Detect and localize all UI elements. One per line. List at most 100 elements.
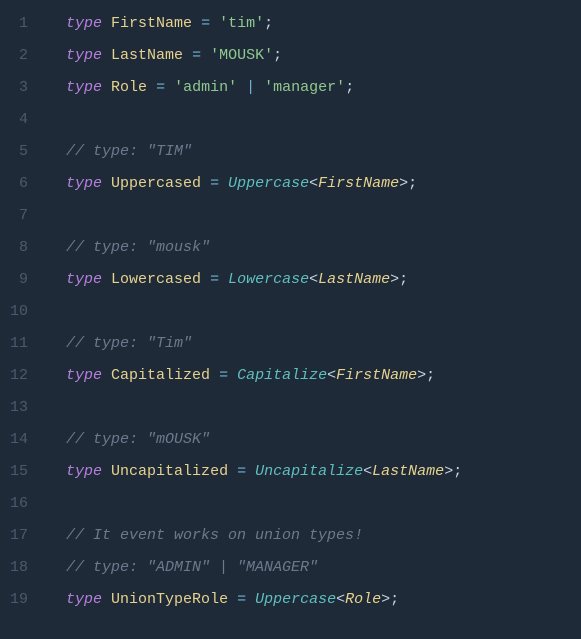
code-line: 10 xyxy=(0,296,581,328)
line-number: 14 xyxy=(0,424,48,456)
code-line: 6 type Uppercased = Uppercase<FirstName>… xyxy=(0,168,581,200)
token-comment: // type: "ADMIN" | "MANAGER" xyxy=(66,559,318,576)
code-line: 17 // It event works on union types! xyxy=(0,520,581,552)
token-punct: < xyxy=(336,591,345,608)
line-number: 15 xyxy=(0,456,48,488)
code-line: 7 xyxy=(0,200,581,232)
code-content: type Role = 'admin' | 'manager'; xyxy=(48,72,581,104)
code-content: type LastName = 'MOUSK'; xyxy=(48,40,581,72)
token-punct xyxy=(210,15,219,32)
token-op: = xyxy=(192,47,201,64)
token-typename: UnionTypeRole xyxy=(111,591,228,608)
code-line: 4 xyxy=(0,104,581,136)
token-op: = xyxy=(237,591,246,608)
token-generic: Uncapitalize xyxy=(255,463,363,480)
token-op: | xyxy=(246,79,255,96)
code-content: type UnionTypeRole = Uppercase<Role>; xyxy=(48,584,581,616)
token-kw: type xyxy=(66,47,102,64)
code-content xyxy=(48,200,581,232)
token-punct: >; xyxy=(444,463,462,480)
token-generic: Uppercase xyxy=(255,591,336,608)
code-line: 16 xyxy=(0,488,581,520)
token-punct xyxy=(102,591,111,608)
code-content xyxy=(48,488,581,520)
token-punct: < xyxy=(363,463,372,480)
token-typename: Uppercased xyxy=(111,175,201,192)
line-number: 3 xyxy=(0,72,48,104)
code-content: // type: "mousk" xyxy=(48,232,581,264)
token-op: = xyxy=(201,15,210,32)
token-punct: ; xyxy=(345,79,354,96)
token-punct xyxy=(237,79,246,96)
line-number: 4 xyxy=(0,104,48,136)
token-generic: Lowercase xyxy=(228,271,309,288)
code-content: // It event works on union types! xyxy=(48,520,581,552)
code-editor: 1 type FirstName = 'tim';2 type LastName… xyxy=(0,8,581,616)
line-number: 6 xyxy=(0,168,48,200)
token-comment: // It event works on union types! xyxy=(66,527,363,544)
token-punct xyxy=(192,15,201,32)
token-punct xyxy=(102,271,111,288)
line-number: 7 xyxy=(0,200,48,232)
token-comment: // type: "mOUSK" xyxy=(66,431,210,448)
token-gentype: Role xyxy=(345,591,381,608)
code-content: // type: "ADMIN" | "MANAGER" xyxy=(48,552,581,584)
line-number: 13 xyxy=(0,392,48,424)
code-line: 15 type Uncapitalized = Uncapitalize<Las… xyxy=(0,456,581,488)
code-line: 8 // type: "mousk" xyxy=(0,232,581,264)
token-op: = xyxy=(210,271,219,288)
code-line: 18 // type: "ADMIN" | "MANAGER" xyxy=(0,552,581,584)
token-op: = xyxy=(210,175,219,192)
token-kw: type xyxy=(66,591,102,608)
token-punct xyxy=(255,79,264,96)
token-kw: type xyxy=(66,175,102,192)
token-punct: < xyxy=(309,175,318,192)
code-line: 3 type Role = 'admin' | 'manager'; xyxy=(0,72,581,104)
token-punct xyxy=(102,367,111,384)
token-punct: >; xyxy=(390,271,408,288)
code-content: type Lowercased = Lowercase<LastName>; xyxy=(48,264,581,296)
token-punct xyxy=(102,15,111,32)
code-line: 2 type LastName = 'MOUSK'; xyxy=(0,40,581,72)
token-kw: type xyxy=(66,463,102,480)
line-number: 12 xyxy=(0,360,48,392)
token-kw: type xyxy=(66,79,102,96)
token-str: 'manager' xyxy=(264,79,345,96)
token-generic: Capitalize xyxy=(237,367,327,384)
token-op: = xyxy=(219,367,228,384)
token-typename: LastName xyxy=(111,47,183,64)
token-typename: Capitalized xyxy=(111,367,210,384)
code-line: 13 xyxy=(0,392,581,424)
token-comment: // type: "mousk" xyxy=(66,239,210,256)
line-number: 19 xyxy=(0,584,48,616)
token-punct xyxy=(102,47,111,64)
code-line: 5 // type: "TIM" xyxy=(0,136,581,168)
token-str: 'MOUSK' xyxy=(210,47,273,64)
token-gentype: LastName xyxy=(318,271,390,288)
code-line: 12 type Capitalized = Capitalize<FirstNa… xyxy=(0,360,581,392)
code-content xyxy=(48,104,581,136)
line-number: 11 xyxy=(0,328,48,360)
code-line: 9 type Lowercased = Lowercase<LastName>; xyxy=(0,264,581,296)
token-punct xyxy=(219,175,228,192)
line-number: 2 xyxy=(0,40,48,72)
token-punct xyxy=(228,591,237,608)
code-content: type FirstName = 'tim'; xyxy=(48,8,581,40)
token-punct xyxy=(201,271,210,288)
token-punct xyxy=(165,79,174,96)
token-punct: < xyxy=(309,271,318,288)
token-comment: // type: "TIM" xyxy=(66,143,192,160)
code-line: 19 type UnionTypeRole = Uppercase<Role>; xyxy=(0,584,581,616)
line-number: 17 xyxy=(0,520,48,552)
code-line: 14 // type: "mOUSK" xyxy=(0,424,581,456)
token-generic: Uppercase xyxy=(228,175,309,192)
token-punct: >; xyxy=(399,175,417,192)
code-line: 11 // type: "Tim" xyxy=(0,328,581,360)
token-punct: < xyxy=(327,367,336,384)
token-punct xyxy=(201,175,210,192)
token-str: 'admin' xyxy=(174,79,237,96)
token-gentype: LastName xyxy=(372,463,444,480)
token-typename: Role xyxy=(111,79,147,96)
code-content: // type: "mOUSK" xyxy=(48,424,581,456)
token-comment: // type: "Tim" xyxy=(66,335,192,352)
